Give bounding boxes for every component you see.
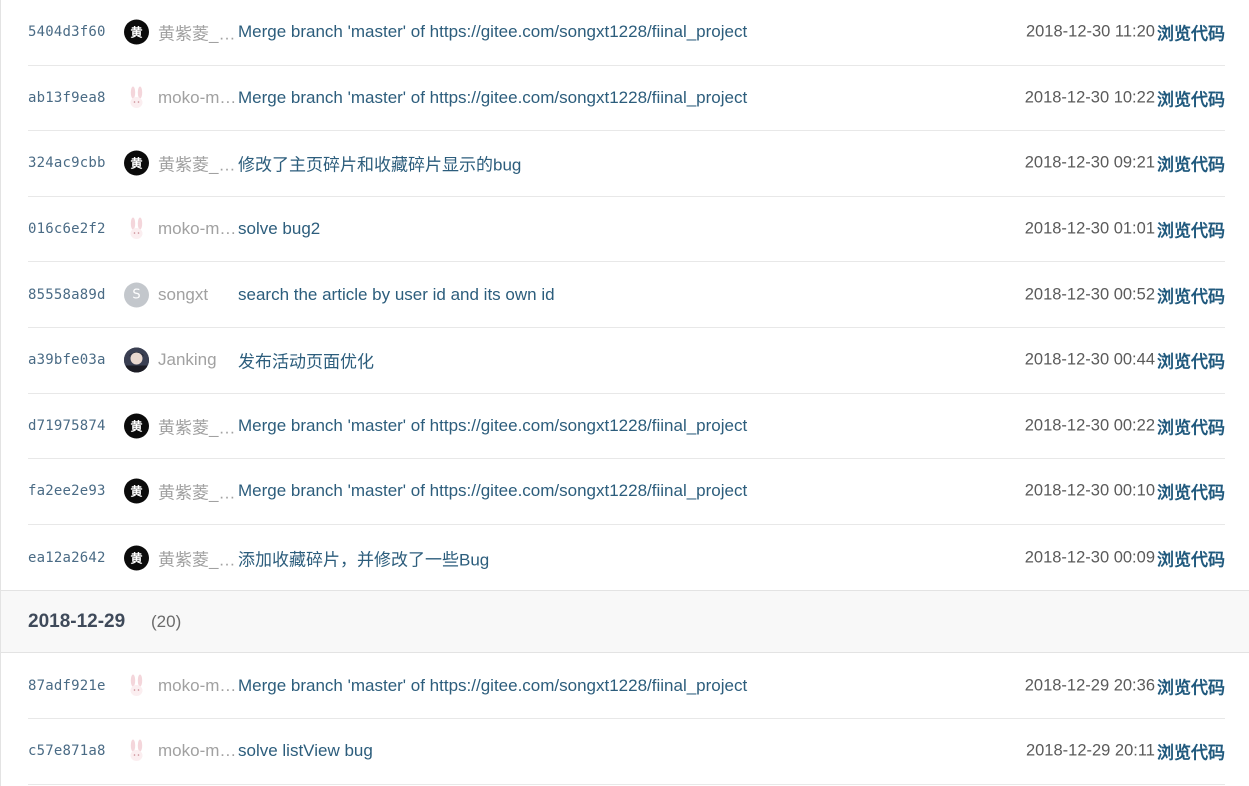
author-avatar[interactable] <box>124 673 149 698</box>
author-name-link[interactable]: moko-mong <box>158 219 238 239</box>
author-name-link[interactable]: songxt <box>158 285 238 305</box>
author-avatar[interactable] <box>124 739 149 764</box>
commit-sha-link[interactable]: ab13f9ea8 <box>28 90 106 106</box>
commit-row: 85558a89d Ssongxt search the article by us… <box>28 262 1225 328</box>
author-avatar[interactable]: 黄 <box>124 413 149 439</box>
commit-row: c57e871a8 moko-mongsolve listView bug 2018… <box>28 719 1225 785</box>
commit-row: ab13f9ea8 moko-mongMerge branch 'master' … <box>28 66 1225 132</box>
commit-row: fa2ee2e93 黄黄紫菱_kreamyMerge branch 'master… <box>28 459 1225 525</box>
browse-code-link[interactable]: 浏览代码 <box>1157 739 1225 764</box>
commit-sha-link[interactable]: 87adf921e <box>28 678 106 694</box>
browse-code-link[interactable]: 浏览代码 <box>1157 479 1225 504</box>
commit-group: 5404d3f60黄黄紫菱_kreamyMerge branch 'master… <box>1 0 1249 590</box>
author-avatar[interactable]: S <box>124 282 149 308</box>
author-avatar[interactable]: 黄 <box>124 478 149 504</box>
browse-code-link[interactable]: 浏览代码 <box>1157 20 1225 45</box>
commit-message-link[interactable]: search the article by user id and its ow… <box>238 285 555 305</box>
author-name-link[interactable]: moko-mong <box>158 88 238 108</box>
commit-time: 2018-12-30 01:01 <box>1024 219 1155 238</box>
commit-message-link[interactable]: Merge branch 'master' of https://gitee.c… <box>238 22 747 42</box>
author-avatar[interactable]: 黄 <box>124 150 149 176</box>
commit-row: 016c6e2f2 moko-mongsolve bug2 2018-12-30 0… <box>28 197 1225 263</box>
author-name-link[interactable]: 黄紫菱_kreamy <box>158 479 238 504</box>
browse-code-link[interactable]: 浏览代码 <box>1157 673 1225 698</box>
browse-code-link[interactable]: 浏览代码 <box>1157 413 1225 438</box>
commit-message-link[interactable]: Merge branch 'master' of https://gitee.c… <box>238 676 747 696</box>
commit-list: 5404d3f60黄黄紫菱_kreamyMerge branch 'master… <box>0 0 1249 786</box>
commit-sha-link[interactable]: c57e871a8 <box>28 743 106 759</box>
commit-message-link[interactable]: Merge branch 'master' of https://gitee.c… <box>238 88 747 108</box>
commit-message-link[interactable]: solve listView bug <box>238 741 373 761</box>
commit-row: 5404d3f60 黄黄紫菱_kreamyMerge branch 'master… <box>28 0 1225 66</box>
author-avatar[interactable] <box>124 347 149 373</box>
commit-message-link[interactable]: Merge branch 'master' of https://gitee.c… <box>238 416 747 436</box>
author-name-link[interactable]: Janking <box>158 350 238 370</box>
commit-time: 2018-12-30 10:22 <box>1024 88 1155 107</box>
group-date: 2018-12-29 <box>28 610 126 632</box>
commit-sha-link[interactable]: a39bfe03a <box>28 352 106 368</box>
commit-row: a39bfe03a Janking 发布活动页面优化 2018-12-30 00:44… <box>28 328 1225 394</box>
commit-sha-link[interactable]: 324ac9cbb <box>28 155 106 171</box>
commit-time: 2018-12-30 00:44 <box>1024 350 1155 369</box>
browse-code-link[interactable]: 浏览代码 <box>1157 85 1225 110</box>
commit-time: 2018-12-30 00:10 <box>1024 481 1155 500</box>
browse-code-link[interactable]: 浏览代码 <box>1157 282 1225 307</box>
author-name-link[interactable]: moko-mong <box>158 676 238 696</box>
author-name-link[interactable]: 黄紫菱_kreamy <box>158 413 238 438</box>
commit-message-link[interactable]: Merge branch 'master' of https://gitee.c… <box>238 481 747 501</box>
commit-sha-link[interactable]: fa2ee2e93 <box>28 483 106 499</box>
commit-message-link[interactable]: 添加收藏碎片，并修改了一些Bug <box>238 545 489 570</box>
commit-row: ea12a2642 黄黄紫菱_kreamy添加收藏碎片，并修改了一些Bug 2018… <box>28 525 1225 591</box>
commit-message-link[interactable]: 修改了主页碎片和收藏碎片显示的bug <box>238 151 521 176</box>
commit-sha-link[interactable]: ea12a2642 <box>28 550 106 566</box>
commit-time: 2018-12-29 20:36 <box>1024 676 1155 695</box>
commit-time: 2018-12-30 00:22 <box>1024 416 1155 435</box>
commit-time: 2018-12-30 09:21 <box>1024 153 1155 172</box>
date-group-header: 2018-12-29 (20) <box>1 590 1249 654</box>
commit-row: 87adf921e moko-mongMerge branch 'master' … <box>28 653 1225 719</box>
commit-sha-link[interactable]: d71975874 <box>28 418 106 434</box>
author-avatar[interactable] <box>124 85 149 110</box>
commit-row: 324ac9cbb 黄黄紫菱_kreamy修改了主页碎片和收藏碎片显示的bug 20… <box>28 131 1225 197</box>
author-avatar[interactable]: 黄 <box>124 545 149 571</box>
author-name-link[interactable]: 黄紫菱_kreamy <box>158 20 238 45</box>
author-name-link[interactable]: moko-mong <box>158 741 238 761</box>
commit-message-link[interactable]: solve bug2 <box>238 219 320 239</box>
author-avatar[interactable] <box>124 217 149 242</box>
commit-time: 2018-12-30 00:09 <box>1024 548 1155 567</box>
commit-time: 2018-12-30 00:52 <box>1024 285 1155 304</box>
author-name-link[interactable]: 黄紫菱_kreamy <box>158 545 238 570</box>
commit-row: d71975874 黄黄紫菱_kreamyMerge branch 'master… <box>28 394 1225 460</box>
commit-group: 87adf921emoko-mongMerge branch 'master' … <box>1 653 1249 785</box>
browse-code-link[interactable]: 浏览代码 <box>1157 217 1225 242</box>
browse-code-link[interactable]: 浏览代码 <box>1157 348 1225 373</box>
browse-code-link[interactable]: 浏览代码 <box>1157 545 1225 570</box>
commit-time: 2018-12-29 20:11 <box>1025 741 1155 760</box>
group-commit-count: (20) <box>151 611 182 631</box>
commit-sha-link[interactable]: 5404d3f60 <box>28 24 106 40</box>
commit-time: 2018-12-30 11:20 <box>1025 22 1155 41</box>
commit-sha-link[interactable]: 016c6e2f2 <box>28 221 106 237</box>
commit-sha-link[interactable]: 85558a89d <box>28 287 106 303</box>
commit-message-link[interactable]: 发布活动页面优化 <box>238 348 374 373</box>
author-avatar[interactable]: 黄 <box>124 19 149 45</box>
browse-code-link[interactable]: 浏览代码 <box>1157 151 1225 176</box>
author-name-link[interactable]: 黄紫菱_kreamy <box>158 151 238 176</box>
